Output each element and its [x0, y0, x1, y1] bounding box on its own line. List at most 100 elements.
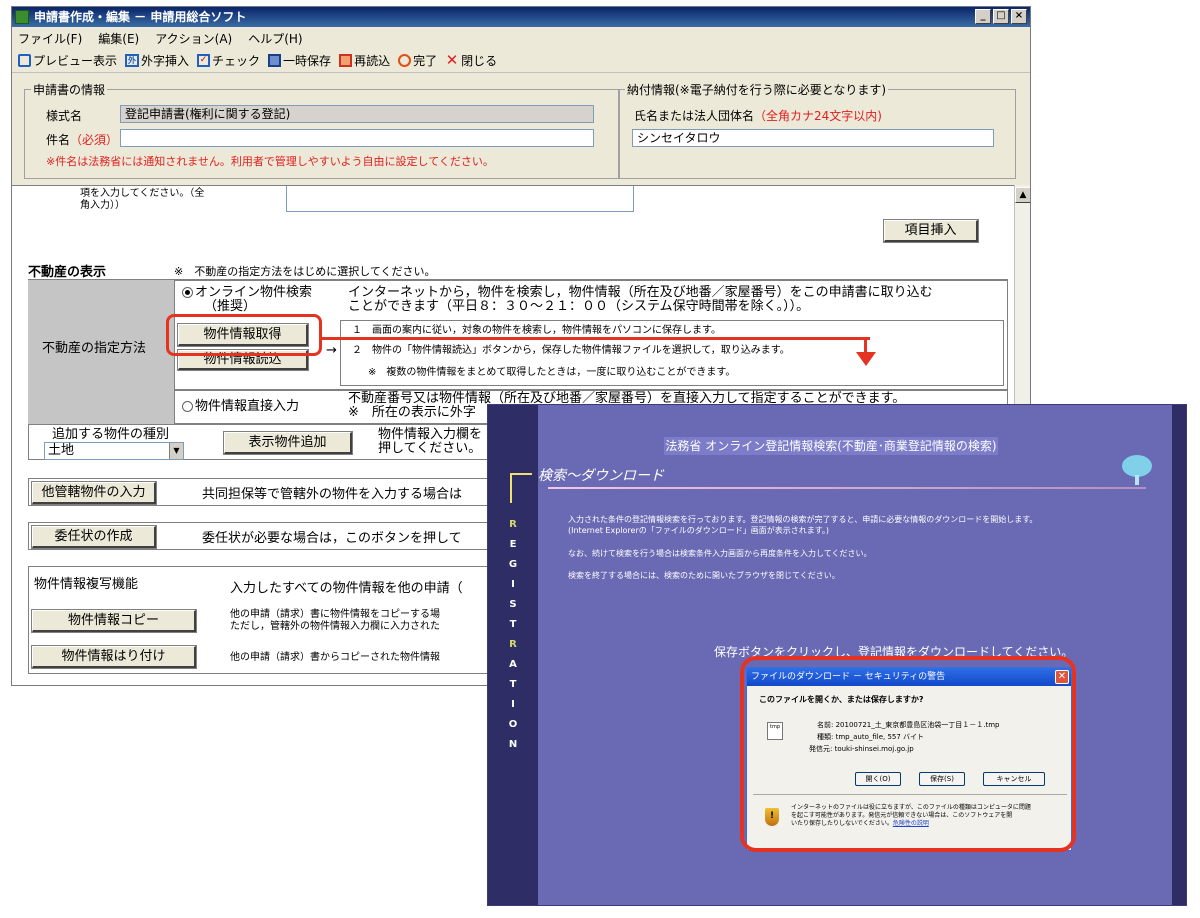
right-band: [1172, 405, 1186, 905]
online-search-radio[interactable]: [182, 287, 193, 298]
direct-input-radio[interactable]: [182, 401, 193, 412]
property-note: ※ 不動産の指定方法をはじめに選択してください。: [174, 265, 436, 278]
close-label: 閉じる: [461, 54, 498, 68]
menu-file[interactable]: ファイル(F): [18, 30, 82, 47]
other-jurisdiction-desc: 共同担保等で管轄外の物件を入力する場合は: [202, 487, 463, 502]
save-disk-icon: [268, 54, 282, 67]
property-heading: 不動産の表示: [28, 265, 107, 280]
dropdown-arrow-icon: ▼: [169, 443, 183, 459]
paste-desc: 他の申請（請求）書からコピーされた物件情報: [230, 652, 440, 663]
gaiji-label: 外字挿入: [141, 54, 190, 68]
form-name-label: 様式名: [46, 109, 83, 123]
paste-property-button[interactable]: 物件情報はり付け: [31, 645, 197, 669]
side-letter: O: [508, 719, 518, 730]
menu-action[interactable]: アクション(A): [155, 30, 232, 47]
add-desc-2: 押してください。: [378, 441, 482, 456]
maximize-button[interactable]: □: [993, 9, 1009, 24]
temp-save-label: 一時保存: [283, 54, 332, 68]
check-label: チェック: [212, 54, 261, 68]
payer-name-label-text: 氏名または法人団体名: [634, 109, 755, 123]
subject-note: ※件名は法務省には通知されません。利用者で管理しやすいよう自由に設定してください…: [46, 155, 494, 168]
show-add-button[interactable]: 表示物件追加: [223, 431, 353, 455]
step-1: １ 画面の案内に従い，対象の物件を検索し，物件情報をパソコンに保存します。: [352, 325, 721, 336]
toolbar: プレビュー表示 外 外字挿入 ✓ チェック 一時保存 再読込 完了 ✕ 閉じる: [12, 49, 1030, 73]
step-note: ※ 複数の物件情報をまとめて取得したときは，一度に取り込むことができます。: [368, 367, 736, 378]
step-2: ２ 物件の「物件情報読込」ボタンから，保存した物件情報ファイルを選択して，取り込…: [352, 345, 790, 356]
application-info-legend: 申請書の情報: [33, 83, 106, 97]
side-letter: G: [508, 559, 518, 570]
web-subtitle: 検索～ダウンロード: [538, 468, 664, 484]
web-header: 法務省 オンライン登記情報検索(不動産･商業登記情報の検索): [664, 437, 998, 455]
online-desc-1: インターネットから，物件を検索し，物件情報（所在及び地番／家屋番号）をこの申請書…: [348, 285, 933, 300]
spec-method-label: 不動産の指定方法: [42, 341, 147, 356]
add-type-select[interactable]: 土地 ▼: [44, 442, 184, 460]
online-search-option[interactable]: オンライン物件検索: [182, 286, 312, 300]
payer-name-input[interactable]: シンセイタロウ: [632, 129, 994, 147]
temp-save-button[interactable]: 一時保存: [268, 52, 331, 69]
side-letter: E: [509, 539, 517, 550]
close-button[interactable]: ✕ 閉じる: [445, 52, 497, 69]
side-letter: T: [509, 619, 517, 630]
payment-info-legend: 納付情報(※電子納付を行う際に必要となります): [627, 83, 887, 97]
web-para-3: 検索を終了する場合には、検索のために開いたブラウザを閉じてください。: [568, 571, 840, 580]
reload-label: 再読込: [354, 54, 391, 68]
power-of-attorney-desc: 委任状が必要な場合は，このボタンを押して: [202, 531, 462, 546]
side-letter: R: [509, 519, 517, 530]
menu-help[interactable]: ヘルプ(H): [248, 30, 302, 47]
side-letter: I: [511, 579, 515, 590]
subject-label: 件名（必須）: [46, 131, 118, 148]
subject-required-mark: （必須）: [70, 133, 119, 147]
other-jurisdiction-button[interactable]: 他管轄物件の入力: [31, 481, 157, 505]
copy-property-button[interactable]: 物件情報コピー: [31, 609, 197, 633]
side-letter: R: [509, 639, 517, 650]
checkmark-icon: ✓: [197, 54, 211, 67]
subtitle-rule: [548, 487, 1146, 489]
tree-icon: [1120, 455, 1154, 485]
payer-name-label: 氏名または法人団体名（全角カナ24文字以内): [634, 107, 882, 124]
menu-edit[interactable]: 編集(E): [98, 30, 139, 47]
done-icon: [398, 54, 412, 67]
payer-name-hint: （全角カナ24文字以内): [754, 109, 882, 123]
add-desc-1: 物件情報入力欄を: [378, 427, 483, 442]
side-letter: N: [508, 739, 518, 750]
subject-label-text: 件名: [46, 133, 71, 147]
copy-section-title: 物件情報複写機能: [34, 577, 139, 592]
close-window-button[interactable]: ×: [1011, 9, 1027, 24]
direct-input-label: 物件情報直接入力: [195, 399, 300, 414]
callout-arrow-icon: [856, 352, 876, 366]
preview-icon: [18, 54, 31, 67]
title-bar: 申請書作成・編集 － 申請用総合ソフト _ □ ×: [12, 7, 1030, 27]
corner-decoration: [510, 473, 532, 503]
side-letter: T: [509, 679, 517, 690]
preview-label: プレビュー表示: [33, 54, 118, 68]
direct-desc-2: ※ 所在の表示に外字: [348, 405, 476, 420]
online-desc-2: ことができます（平日８：３０～２１：００（システム保守時間帯を除く。））。: [348, 299, 810, 314]
cut-text-1: 項を入力してください。（全: [80, 188, 205, 199]
preview-button[interactable]: プレビュー表示: [18, 52, 117, 69]
minimize-button[interactable]: _: [975, 9, 991, 24]
flow-arrow: →: [326, 343, 337, 358]
menu-bar: ファイル(F) 編集(E) アクション(A) ヘルプ(H): [12, 27, 1030, 49]
reload-button[interactable]: 再読込: [339, 52, 390, 69]
online-search-recommended: （推奨）: [204, 299, 257, 314]
side-letter: I: [511, 699, 515, 710]
web-para-1b: (Internet Explorerの「ファイルのダウンロード」画面が表示されま…: [568, 526, 830, 535]
highlight-download-dialog: [740, 656, 1076, 852]
add-type-value: 土地: [48, 443, 75, 458]
side-letter: A: [509, 659, 517, 670]
subject-input[interactable]: [120, 129, 594, 147]
web-para-2: なお、続けて検索を行う場合は検索条件入力画面から再度条件を入力してください。: [568, 549, 872, 558]
item-textarea[interactable]: [286, 186, 634, 212]
gaiji-button[interactable]: 外 外字挿入: [125, 52, 189, 69]
check-button[interactable]: ✓ チェック: [197, 52, 260, 69]
close-icon: ✕: [445, 51, 459, 69]
insert-item-button[interactable]: 項目挿入: [883, 219, 979, 243]
callout-line: [322, 337, 870, 340]
window-title: 申請書作成・編集 － 申請用総合ソフト: [34, 10, 247, 24]
cut-text-2: 角入力））: [80, 200, 125, 211]
done-button[interactable]: 完了: [398, 52, 437, 69]
scroll-up-icon[interactable]: ▲: [1015, 187, 1030, 203]
power-of-attorney-button[interactable]: 委任状の作成: [31, 525, 157, 549]
side-letter: S: [509, 599, 517, 610]
direct-input-option[interactable]: 物件情報直接入力: [182, 400, 299, 414]
